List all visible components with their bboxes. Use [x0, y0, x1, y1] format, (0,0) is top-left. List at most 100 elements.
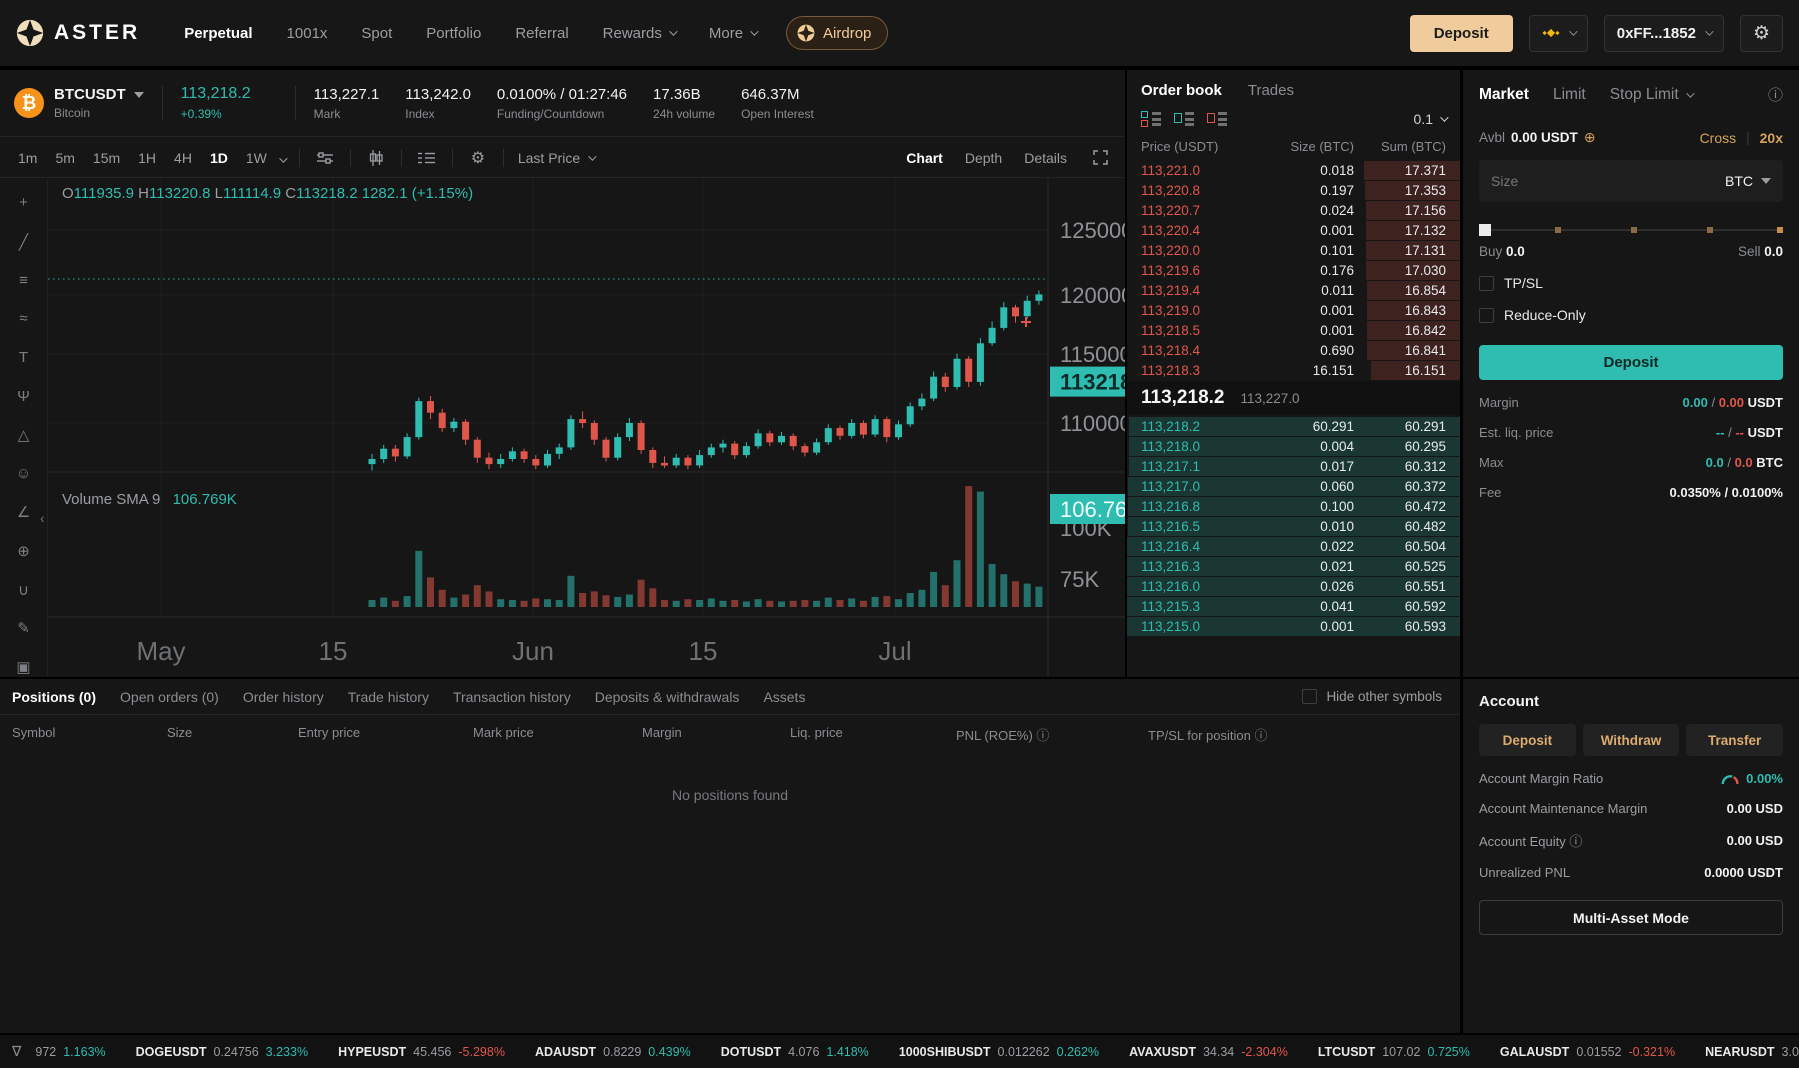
- ask-row[interactable]: 113,220.80.19717.353: [1127, 180, 1460, 200]
- ask-row[interactable]: 113,219.60.17617.030: [1127, 260, 1460, 280]
- ask-row[interactable]: 113,218.50.00116.842: [1127, 320, 1460, 340]
- panel-deposit-button[interactable]: Deposit: [1479, 345, 1783, 380]
- timeframe-5m[interactable]: 5m: [55, 150, 74, 166]
- leverage-button[interactable]: 20x: [1760, 130, 1783, 146]
- size-unit-select[interactable]: BTC: [1725, 173, 1771, 189]
- tick-size-select[interactable]: 0.1: [1414, 111, 1446, 127]
- candle-style-icon[interactable]: [365, 150, 387, 166]
- tab-depth[interactable]: Depth: [965, 150, 1002, 166]
- pencil-icon[interactable]: ✎: [11, 619, 37, 639]
- price-mode-select[interactable]: Last Price: [518, 150, 594, 166]
- timeframe-4h[interactable]: 4H: [174, 150, 192, 166]
- margin-mode-button[interactable]: Cross: [1700, 130, 1737, 146]
- bid-row[interactable]: 113,216.30.02160.525: [1127, 556, 1460, 576]
- ask-row[interactable]: 113,220.00.10117.131: [1127, 240, 1460, 260]
- account-deposit-button[interactable]: Deposit: [1479, 724, 1576, 756]
- bottom-ticker-adausdt[interactable]: ADAUSDT0.82290.439%: [535, 1045, 691, 1059]
- brush-icon[interactable]: ≈: [11, 309, 37, 329]
- info-icon[interactable]: ⓘ: [1768, 84, 1783, 105]
- slider-handle[interactable]: [1479, 224, 1491, 236]
- book-view-asks-icon[interactable]: [1207, 111, 1227, 127]
- pos-tab-assets[interactable]: Assets: [763, 689, 805, 705]
- multi-asset-mode-button[interactable]: Multi-Asset Mode: [1479, 900, 1783, 935]
- airdrop-button[interactable]: Airdrop: [786, 16, 888, 50]
- bottom-ticker-ltcusdt[interactable]: LTCUSDT107.020.725%: [1318, 1045, 1470, 1059]
- nav-item-perpetual[interactable]: Perpetual: [184, 25, 252, 42]
- chart-settings-icon[interactable]: ⚙: [467, 148, 489, 168]
- pos-tab-deposits-withdrawals[interactable]: Deposits & withdrawals: [595, 689, 740, 705]
- pos-tab-positions-0-[interactable]: Positions (0): [12, 689, 96, 705]
- emoji-icon[interactable]: ☺: [11, 464, 37, 484]
- ask-row[interactable]: 113,219.00.00116.843: [1127, 300, 1460, 320]
- bottom-ticker-1000shibusdt[interactable]: 1000SHIBUSDT0.0122620.262%: [899, 1045, 1099, 1059]
- chart-canvas[interactable]: 125000120000115000110000100K75K113218.21…: [48, 178, 1125, 677]
- size-input[interactable]: Size BTC: [1479, 160, 1783, 202]
- ask-row[interactable]: 113,220.70.02417.156: [1127, 200, 1460, 220]
- zoom-in-icon[interactable]: ⊕: [11, 541, 37, 561]
- book-view-both-icon[interactable]: [1141, 111, 1161, 127]
- tpsl-checkbox[interactable]: [1479, 276, 1494, 291]
- nav-item-more[interactable]: More: [709, 25, 756, 42]
- parallel-lines-icon[interactable]: ≡: [11, 270, 37, 290]
- timeframe-1h[interactable]: 1H: [138, 150, 156, 166]
- nav-item-spot[interactable]: Spot: [361, 25, 392, 42]
- bid-row[interactable]: 113,215.30.04160.592: [1127, 596, 1460, 616]
- lock-icon[interactable]: ▣: [11, 657, 37, 677]
- triangle-icon[interactable]: △: [11, 425, 37, 445]
- nav-item-portfolio[interactable]: Portfolio: [426, 25, 481, 42]
- nav-item-rewards[interactable]: Rewards: [603, 25, 675, 42]
- checklist-icon[interactable]: [416, 151, 438, 165]
- ask-row[interactable]: 113,220.40.00117.132: [1127, 220, 1460, 240]
- tab-order-book[interactable]: Order book: [1141, 82, 1222, 99]
- ask-row[interactable]: 113,219.40.01116.854: [1127, 280, 1460, 300]
- chain-selector[interactable]: [1529, 15, 1588, 52]
- mid-price-row[interactable]: 113,218.2 113,227.0: [1127, 381, 1460, 415]
- tab-details[interactable]: Details: [1024, 150, 1067, 166]
- bottom-ticker-avaxusdt[interactable]: AVAXUSDT34.34-2.304%: [1129, 1045, 1288, 1059]
- ask-row[interactable]: 113,221.00.01817.371: [1127, 160, 1460, 180]
- bid-row[interactable]: 113,218.260.29160.291: [1127, 416, 1460, 436]
- bottom-ticker-dogeusdt[interactable]: DOGEUSDT0.247563.233%: [136, 1045, 308, 1059]
- nav-item-referral[interactable]: Referral: [515, 25, 568, 42]
- ruler-icon[interactable]: ∠: [11, 503, 37, 523]
- tab-stop-limit[interactable]: Stop Limit: [1610, 86, 1692, 104]
- pos-tab-order-history[interactable]: Order history: [243, 689, 324, 705]
- timeframe-15m[interactable]: 15m: [93, 150, 120, 166]
- crosshair-icon[interactable]: +: [11, 193, 37, 213]
- bottom-ticker-hypeusdt[interactable]: HYPEUSDT45.456-5.298%: [338, 1045, 505, 1059]
- book-view-bids-icon[interactable]: [1174, 111, 1194, 127]
- text-tool-icon[interactable]: T: [11, 348, 37, 368]
- add-funds-icon[interactable]: ⊕: [1584, 129, 1596, 146]
- nav-item-1001x[interactable]: 1001x: [287, 25, 328, 42]
- tab-trades[interactable]: Trades: [1248, 82, 1294, 99]
- tab-market[interactable]: Market: [1479, 86, 1529, 104]
- timeframe-1w[interactable]: 1W: [246, 150, 267, 166]
- trendline-icon[interactable]: ╱: [11, 232, 37, 252]
- account-withdraw-button[interactable]: Withdraw: [1583, 724, 1680, 756]
- fullscreen-icon[interactable]: [1089, 150, 1111, 165]
- ask-row[interactable]: 113,218.316.15116.151: [1127, 360, 1460, 380]
- magnet-icon[interactable]: ∪: [11, 580, 37, 600]
- aster-logo[interactable]: ASTER: [16, 19, 140, 47]
- bid-row[interactable]: 113,217.10.01760.312: [1127, 456, 1460, 476]
- bid-row[interactable]: 113,216.00.02660.551: [1127, 576, 1460, 596]
- size-slider[interactable]: [1479, 224, 1783, 236]
- pos-tab-trade-history[interactable]: Trade history: [348, 689, 429, 705]
- timeframe-1m[interactable]: 1m: [18, 150, 37, 166]
- bid-row[interactable]: 113,217.00.06060.372: [1127, 476, 1460, 496]
- pos-tab-open-orders-0-[interactable]: Open orders (0): [120, 689, 219, 705]
- hide-symbols-checkbox[interactable]: [1302, 689, 1317, 704]
- account-transfer-button[interactable]: Transfer: [1686, 724, 1783, 756]
- bid-row[interactable]: 113,216.80.10060.472: [1127, 496, 1460, 516]
- indicators-icon[interactable]: [314, 151, 336, 165]
- bottom-ticker-dotusdt[interactable]: DOTUSDT4.0761.418%: [721, 1045, 869, 1059]
- settings-button[interactable]: ⚙: [1740, 15, 1783, 52]
- timeframe-1d[interactable]: 1D: [210, 150, 228, 166]
- bottom-ticker-galausdt[interactable]: GALAUSDT0.01552-0.321%: [1500, 1045, 1675, 1059]
- timeframe-more[interactable]: [279, 150, 285, 166]
- bid-row[interactable]: 113,216.50.01060.482: [1127, 516, 1460, 536]
- ticker-filter-icon[interactable]: ∇: [12, 1043, 21, 1060]
- bottom-ticker-nearusdt[interactable]: NEARUSDT3.0840.817: [1705, 1045, 1799, 1059]
- wallet-selector[interactable]: 0xFF...1852: [1604, 15, 1724, 52]
- pattern-icon[interactable]: Ψ: [11, 386, 37, 406]
